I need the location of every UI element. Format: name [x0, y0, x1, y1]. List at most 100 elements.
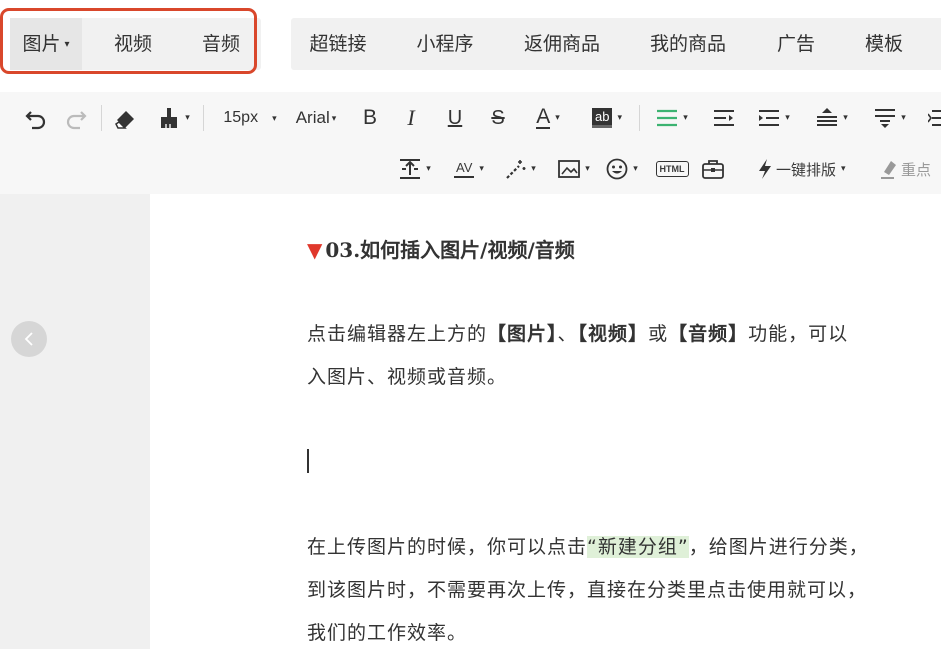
- tab-my-goods-label: 我的商品: [649, 33, 726, 55]
- align-justify-button[interactable]: ▾: [650, 103, 694, 133]
- paragraph-1-line-1: 点击编辑器左上方的【图片】、【视频】或【音频】功能，可以: [307, 319, 848, 346]
- media-tabs-highlight-box: [0, 8, 257, 74]
- paragraph-2-line-2: 到该图片时，不需要再次上传，直接在分类里点击使用就可以，: [307, 579, 868, 601]
- bold-button[interactable]: B: [358, 103, 382, 133]
- chevron-down-icon: ▾: [901, 113, 906, 123]
- paragraph-spacing-button[interactable]: ▾: [868, 103, 912, 133]
- chevron-down-icon: ▾: [841, 164, 846, 174]
- highlight-key-label: 重点: [901, 160, 932, 179]
- indent-icon: [759, 110, 780, 126]
- chevron-down-icon: ▾: [843, 113, 848, 123]
- chevron-down-icon: ▾: [272, 112, 277, 123]
- html-button[interactable]: HTML: [655, 154, 689, 184]
- text-indent-icon: [714, 110, 734, 126]
- toolbox-icon: [702, 160, 724, 179]
- tab-ad-label: 广告: [776, 33, 815, 55]
- tab-miniprogram[interactable]: 小程序: [400, 18, 490, 70]
- paragraph-1-line-2: 入图片、视频或音频。: [307, 366, 508, 388]
- letter-spacing-button[interactable]: AV ▾: [447, 154, 491, 184]
- article-heading: ▼ 03.如何插入图片/视频/音频: [307, 234, 575, 263]
- heading-marker: ▼: [307, 238, 323, 262]
- paragraph-spacing-icon: [875, 109, 896, 128]
- emoji-button[interactable]: ▾: [600, 154, 644, 184]
- chevron-down-icon: ▾: [479, 164, 484, 174]
- align-justify-icon: [657, 109, 678, 127]
- paragraph-2-line-1: 在上传图片的时候，你可以点击“新建分组”，给图片进行分类，: [307, 532, 869, 559]
- background-color-button[interactable]: ab ▾: [585, 103, 629, 133]
- toolbox-button[interactable]: [699, 154, 727, 184]
- toolbar-divider: [101, 105, 102, 131]
- underline-button[interactable]: U: [443, 103, 467, 133]
- chevron-down-icon: ▾: [185, 113, 190, 123]
- font-family-value: Arial: [295, 108, 330, 127]
- redo-button[interactable]: [62, 103, 90, 133]
- paragraph-2-line-3: 我们的工作效率。: [307, 622, 468, 644]
- eraser-icon: [115, 111, 134, 129]
- font-color-icon: A: [536, 105, 551, 129]
- heading-text: 03.如何插入图片/视频/音频: [325, 238, 575, 262]
- tab-rebate-goods[interactable]: 返佣商品: [510, 18, 614, 70]
- font-family-select[interactable]: Arial ▾: [290, 103, 342, 133]
- tab-hyperlink-label: 超链接: [309, 33, 367, 55]
- text-run: 功能，可以: [748, 323, 849, 345]
- toolbar-divider: [639, 105, 640, 131]
- toolbar-divider: [203, 105, 204, 131]
- tab-ad[interactable]: 广告: [762, 18, 830, 70]
- tab-rebate-goods-label: 返佣商品: [523, 33, 600, 55]
- font-size-select[interactable]: 15px ▾: [215, 103, 285, 133]
- highlighted-text: “新建分组”: [587, 536, 689, 558]
- vertical-align-button[interactable]: ▾: [393, 154, 437, 184]
- more-format-button[interactable]: [926, 103, 941, 133]
- tab-my-goods[interactable]: 我的商品: [636, 18, 740, 70]
- clear-format-button[interactable]: [111, 103, 141, 133]
- text-run: ，给图片进行分类，: [688, 536, 869, 558]
- chevron-down-icon: ▾: [426, 164, 431, 174]
- text-run: 点击编辑器左上方的: [307, 323, 488, 345]
- font-color-button[interactable]: A ▾: [526, 103, 570, 133]
- paint-brush-icon: [161, 108, 178, 128]
- bold-text: 【视频】: [577, 323, 649, 345]
- format-painter-button[interactable]: ▾: [156, 103, 192, 133]
- strikethrough-icon: S: [491, 106, 505, 129]
- bold-text: 【图片】: [487, 323, 558, 345]
- text-cursor: [307, 449, 309, 473]
- line-height-icon: [817, 108, 838, 126]
- tab-template-label: 模板: [864, 33, 903, 55]
- collapse-panel-button[interactable]: [11, 321, 47, 357]
- tab-hyperlink[interactable]: 超链接: [293, 18, 383, 70]
- undo-button[interactable]: [22, 103, 50, 133]
- chevron-down-icon: ▾: [617, 113, 622, 123]
- letter-spacing-icon: AV: [454, 160, 475, 178]
- strikethrough-button[interactable]: S: [486, 103, 510, 133]
- underline-icon: U: [447, 106, 463, 129]
- bold-icon: B: [362, 106, 377, 129]
- magic-wand-icon: [506, 160, 526, 179]
- chevron-down-icon: ▾: [555, 113, 560, 123]
- image-icon: [558, 160, 581, 178]
- image-insert-button[interactable]: ▾: [554, 154, 594, 184]
- emoji-icon: [606, 158, 628, 180]
- indent-button[interactable]: ▾: [752, 103, 796, 133]
- lightning-icon: [759, 159, 771, 179]
- vertical-align-icon: [400, 159, 421, 179]
- text-run: 或: [648, 323, 669, 345]
- chevron-down-icon: ▾: [585, 164, 590, 174]
- redo-icon: [66, 111, 87, 130]
- italic-button[interactable]: I: [399, 103, 423, 133]
- chevron-down-icon: ▾: [785, 113, 790, 123]
- line-height-button[interactable]: ▾: [810, 103, 854, 133]
- chevron-left-icon: [24, 332, 33, 346]
- insert-tab-group: [291, 18, 941, 70]
- tab-template[interactable]: 模板: [850, 18, 918, 70]
- highlight-key-button[interactable]: 重点: [880, 154, 941, 184]
- one-click-layout-label: 一键排版: [776, 160, 837, 179]
- marker-icon: [881, 161, 896, 179]
- text-run: 在上传图片的时候，你可以点击: [307, 536, 588, 558]
- one-click-layout-button[interactable]: 一键排版 ▾: [757, 154, 867, 184]
- chevron-down-icon: ▾: [683, 113, 688, 123]
- magic-wand-button[interactable]: ▾: [498, 154, 542, 184]
- italic-icon: I: [407, 105, 415, 130]
- indent-right-button[interactable]: [710, 103, 738, 133]
- chevron-down-icon: ▾: [331, 112, 337, 123]
- bold-text: 【音频】: [668, 323, 749, 345]
